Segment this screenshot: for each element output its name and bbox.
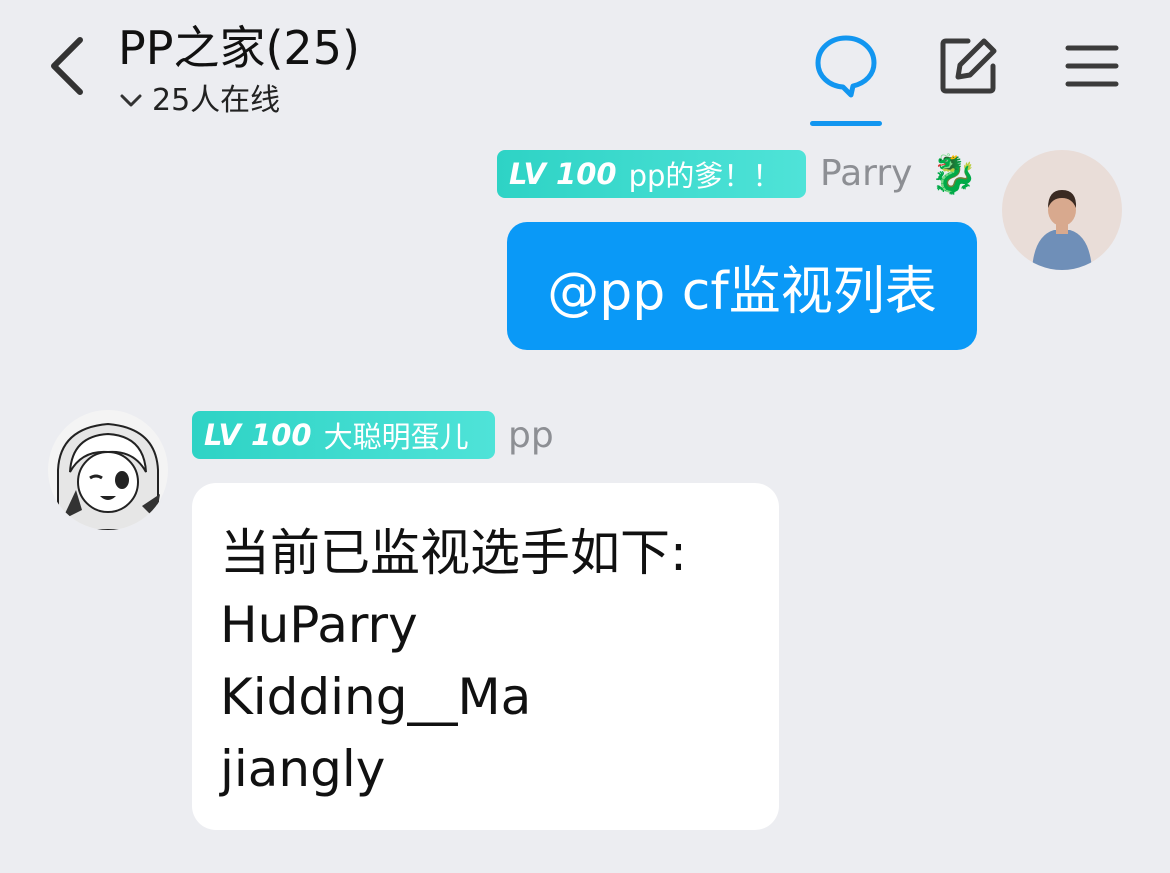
chat-bubble-icon: [815, 35, 877, 98]
message-line: jiangly: [220, 740, 386, 798]
online-count-toggle[interactable]: 25人在线: [120, 82, 280, 120]
back-arrow-icon: [51, 37, 83, 95]
message-line: 当前已监视选手如下:: [220, 524, 687, 582]
level-label: LV 100: [509, 157, 617, 191]
message-text: @pp cf监视列表: [547, 261, 937, 322]
chat-tab-button[interactable]: [808, 28, 884, 104]
avatar[interactable]: [48, 410, 168, 530]
title-label: pp的爹！！: [628, 159, 782, 193]
sender-name: pp: [508, 415, 554, 456]
level-label: LV 100: [204, 418, 312, 452]
menu-button[interactable]: [1054, 28, 1130, 104]
edit-square-icon: [940, 38, 997, 94]
sender-title-badge: LV 100 大聪明蛋儿: [192, 411, 495, 459]
title-label: 大聪明蛋儿: [323, 420, 469, 454]
message-line: HuParry: [220, 596, 418, 654]
active-tab-indicator: [810, 121, 882, 126]
sender-title-badge: LV 100 pp的爹！！: [497, 150, 806, 198]
online-count-text: 25人在线: [152, 83, 281, 118]
chevron-down-icon: [120, 94, 142, 107]
anime-avatar-icon: [48, 410, 168, 530]
avatar-photo-icon: [1002, 150, 1122, 270]
edit-button[interactable]: [931, 28, 1007, 104]
message-bubble-outgoing[interactable]: @pp cf监视列表: [507, 222, 977, 350]
group-title: PP之家(25): [118, 21, 360, 75]
back-button[interactable]: [38, 30, 94, 102]
hamburger-menu-icon: [1065, 45, 1119, 87]
message-bubble-incoming[interactable]: 当前已监视选手如下: HuParry Kidding__Ma jiangly: [192, 483, 779, 830]
avatar[interactable]: [1002, 150, 1122, 270]
message-line: Kidding__Ma: [220, 668, 532, 726]
sender-name: Parry: [820, 153, 913, 194]
dragon-emoji-icon: 🐉: [930, 152, 978, 196]
